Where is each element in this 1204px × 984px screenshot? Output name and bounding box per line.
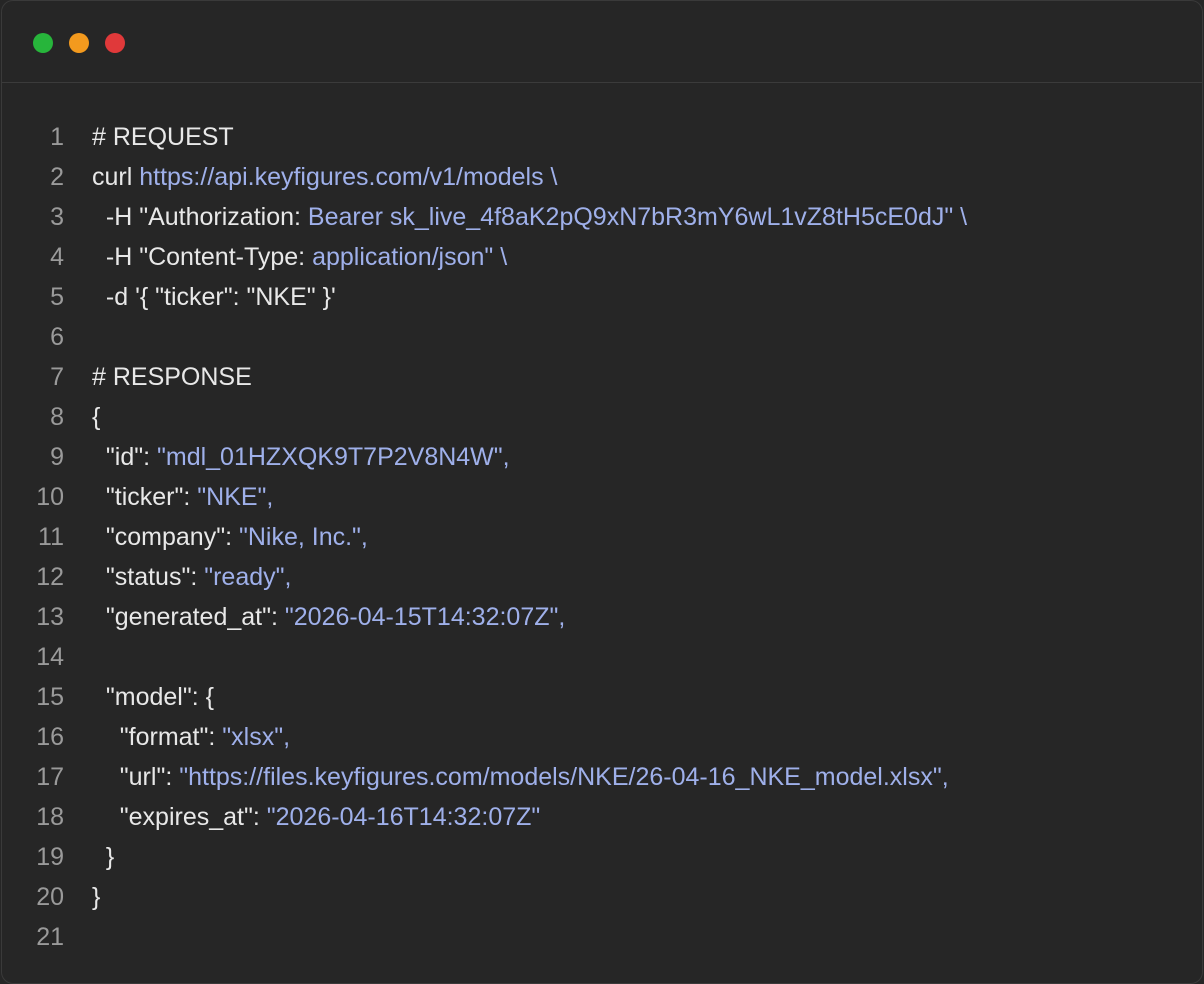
code-string-token: "https://files.keyfigures.com/models/NKE… (179, 763, 949, 791)
line-number: 12 (36, 563, 64, 591)
code-line: 5 -d '{ "ticker": "NKE" }' (2, 277, 1202, 317)
code-token: } (92, 843, 115, 871)
code-line: 11 "company": "Nike, Inc.", (2, 517, 1202, 557)
code-token: -H "Content-Type: (92, 243, 313, 271)
line-number: 13 (36, 603, 64, 631)
red-window-control[interactable] (105, 33, 125, 53)
code-token: "ticker": (92, 483, 198, 511)
code-string-token: "NKE", (197, 483, 274, 511)
code-string-token: application/json" \ (312, 243, 508, 271)
window-titlebar (2, 1, 1202, 83)
line-content: curl https://api.keyfigures.com/v1/model… (92, 157, 557, 197)
line-number: 21 (36, 923, 64, 951)
code-line: 7 # RESPONSE (2, 357, 1202, 397)
code-token: # REQUEST (92, 123, 234, 151)
line-number: 11 (38, 523, 64, 551)
code-line: 18 "expires_at": "2026-04-16T14:32:07Z" (2, 797, 1202, 837)
line-number: 19 (36, 843, 64, 871)
orange-window-control[interactable] (69, 33, 89, 53)
code-token: } (92, 883, 101, 911)
code-line: 20} (2, 877, 1202, 917)
line-number: 14 (36, 643, 64, 671)
line-number: 8 (50, 403, 64, 431)
code-token: "expires_at": (92, 803, 267, 831)
line-content: -H "Authorization: Bearer sk_live_4f8aK2… (92, 197, 967, 237)
code-line: 10 "ticker": "NKE", (2, 477, 1202, 517)
code-block: 1 # REQUEST 2 curl https://api.keyfigures.c… (2, 117, 1202, 957)
code-window: 1 # REQUEST 2 curl https://api.keyfigures.c… (1, 0, 1203, 984)
line-number: 10 (36, 483, 64, 511)
code-line: 9 "id": "mdl_01HZXQK9T7P2V8N4W", (2, 437, 1202, 477)
code-line: 3 -H "Authorization: Bearer sk_live_4f8a… (2, 197, 1202, 237)
line-number: 5 (50, 283, 64, 311)
line-content: -H "Content-Type: application/json" \ (92, 237, 507, 277)
line-content: { (92, 397, 100, 437)
code-token: "generated_at": (92, 603, 285, 631)
code-token: curl (92, 163, 140, 191)
code-token: -d '{ "ticker": "NKE" }' (92, 283, 336, 311)
line-content: "id": "mdl_01HZXQK9T7P2V8N4W", (92, 437, 510, 477)
code-string-token: Bearer sk_live_4f8aK2pQ9xN7bR3mY6wL1vZ8t… (307, 203, 968, 231)
line-number: 7 (50, 363, 64, 391)
code-string-token: "mdl_01HZXQK9T7P2V8N4W", (157, 443, 510, 471)
code-token: "format": (92, 723, 223, 751)
code-string-token: "ready", (204, 563, 292, 591)
line-content: "expires_at": "2026-04-16T14:32:07Z" (92, 797, 541, 837)
code-line: 6 (2, 317, 1202, 357)
code-line: 19 } (2, 837, 1202, 877)
line-number: 18 (36, 803, 64, 831)
code-string-token: "xlsx", (222, 723, 291, 751)
line-content: } (92, 877, 100, 917)
code-line: 17 "url": "https://files.keyfigures.com/… (2, 757, 1202, 797)
code-line: 21 (2, 917, 1202, 957)
line-number: 6 (50, 323, 64, 351)
code-string-token: "2026-04-16T14:32:07Z" (266, 803, 541, 831)
green-window-control[interactable] (33, 33, 53, 53)
code-string-token: "Nike, Inc.", (238, 523, 368, 551)
line-number: 9 (50, 443, 64, 471)
code-string-token: "2026-04-15T14:32:07Z", (284, 603, 566, 631)
line-content: "model": { (92, 677, 214, 717)
line-number: 1 (50, 123, 64, 151)
line-number: 3 (50, 203, 64, 231)
line-number: 4 (50, 243, 64, 271)
line-number: 20 (36, 883, 64, 911)
code-line: 15 "model": { (2, 677, 1202, 717)
line-content: -d '{ "ticker": "NKE" }' (92, 277, 336, 317)
line-content: "url": "https://files.keyfigures.com/mod… (92, 757, 949, 797)
line-number: 15 (36, 683, 64, 711)
code-line: 13 "generated_at": "2026-04-15T14:32:07Z… (2, 597, 1202, 637)
code-token: "url": (92, 763, 180, 791)
line-content: # RESPONSE (92, 357, 252, 397)
line-content: # REQUEST (92, 117, 234, 157)
code-line: 16 "format": "xlsx", (2, 717, 1202, 757)
line-content: "status": "ready", (92, 557, 292, 597)
line-number: 17 (36, 763, 64, 791)
line-number: 2 (50, 163, 64, 191)
code-token: "status": (92, 563, 205, 591)
code-line: 2 curl https://api.keyfigures.com/v1/mode… (2, 157, 1202, 197)
line-content: "company": "Nike, Inc.", (92, 517, 368, 557)
code-token: # RESPONSE (92, 363, 252, 391)
code-line: 8{ (2, 397, 1202, 437)
code-token: "model": { (92, 683, 214, 711)
code-token: { (92, 403, 101, 431)
line-content: "format": "xlsx", (92, 717, 290, 757)
code-line: 14 (2, 637, 1202, 677)
code-line: 4 -H "Content-Type: application/json" \ (2, 237, 1202, 277)
line-content: "generated_at": "2026-04-15T14:32:07Z", (92, 597, 565, 637)
code-token: -H "Authorization: (92, 203, 308, 231)
line-content: } (92, 837, 114, 877)
code-token: "company": (92, 523, 239, 551)
code-token: "id": (92, 443, 157, 471)
code-line: 12 "status": "ready", (2, 557, 1202, 597)
line-number: 16 (36, 723, 64, 751)
code-string-token: https://api.keyfigures.com/v1/models \ (139, 163, 558, 191)
line-content: "ticker": "NKE", (92, 477, 273, 517)
code-line: 1 # REQUEST (2, 117, 1202, 157)
